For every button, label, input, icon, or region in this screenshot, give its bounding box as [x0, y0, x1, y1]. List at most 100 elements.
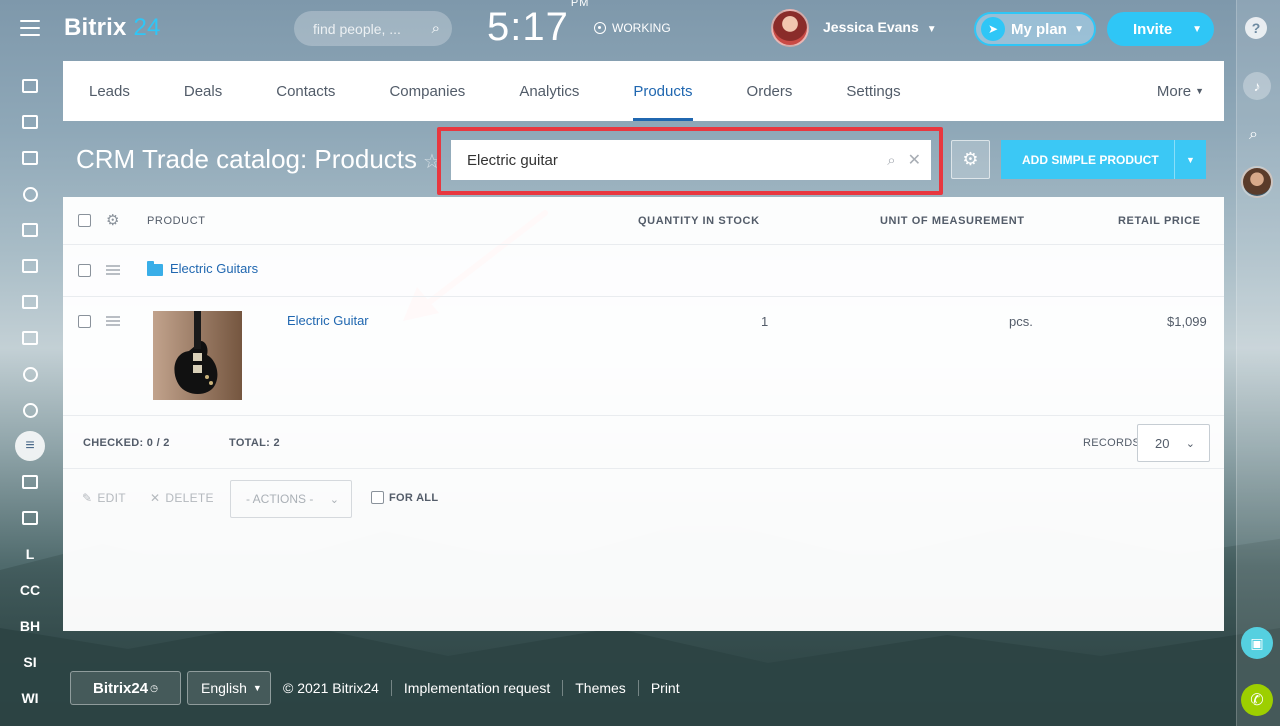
- settings-button[interactable]: ⚙: [951, 140, 990, 179]
- time-icon[interactable]: [0, 356, 60, 392]
- column-quantity[interactable]: QUANTITY IN STOCK: [638, 215, 760, 227]
- search-icon[interactable]: ⌕: [1249, 126, 1258, 144]
- user-menu[interactable]: Jessica Evans ▼: [823, 19, 937, 35]
- rocket-icon: ➤: [981, 17, 1005, 41]
- automation-icon[interactable]: [0, 320, 60, 356]
- tasks-icon[interactable]: [0, 104, 60, 140]
- left-nav-letter-bh[interactable]: BH: [0, 608, 60, 644]
- tab-settings[interactable]: Settings: [846, 61, 900, 121]
- news-feed-icon[interactable]: [0, 68, 60, 104]
- search-icon[interactable]: ⌕: [887, 152, 895, 169]
- left-nav-letter-l[interactable]: L: [0, 536, 60, 572]
- crm-filter-icon[interactable]: ≡: [0, 428, 60, 464]
- chevron-down-icon: ▼: [252, 683, 262, 693]
- column-unit[interactable]: UNIT OF MEASUREMENT: [880, 215, 1025, 227]
- tab-analytics[interactable]: Analytics: [519, 61, 579, 121]
- actions-select[interactable]: - ACTIONS - ⌄: [230, 480, 352, 518]
- tab-more[interactable]: More ▼: [1157, 61, 1204, 121]
- invite-button[interactable]: Invite ▼: [1107, 12, 1214, 46]
- chevron-down-icon[interactable]: ▼: [1174, 140, 1206, 179]
- user-avatar[interactable]: [771, 9, 809, 47]
- language-select[interactable]: English ▼: [187, 671, 271, 705]
- left-nav-letter-wi[interactable]: WI: [0, 680, 60, 716]
- copyright-text: © 2021 Bitrix24: [283, 680, 392, 696]
- tab-companies[interactable]: Companies: [389, 61, 465, 121]
- sites-icon[interactable]: [0, 464, 60, 500]
- records-select[interactable]: 20 ⌄: [1137, 424, 1210, 462]
- gear-icon: ⚙: [962, 149, 979, 169]
- tab-products[interactable]: Products: [633, 61, 693, 121]
- product-unit: pcs.: [1009, 314, 1033, 329]
- right-sidebar: [1236, 0, 1280, 726]
- add-simple-product-button[interactable]: ADD SIMPLE PRODUCT ▼: [1001, 140, 1206, 179]
- chevron-down-icon: ▼: [1192, 23, 1202, 35]
- close-icon: ✕: [150, 491, 161, 505]
- print-link[interactable]: Print: [651, 680, 692, 696]
- bitrix24-button[interactable]: Bitrix24 ◷: [70, 671, 181, 705]
- grid-footer: CHECKED: 0 / 2 TOTAL: 2 RECORDS: 20 ⌄: [63, 417, 1224, 469]
- chevron-down-icon: ⌄: [329, 493, 339, 506]
- left-nav-letter-si[interactable]: SI: [0, 644, 60, 680]
- products-grid: ⚙ PRODUCT QUANTITY IN STOCK UNIT OF MEAS…: [63, 197, 1224, 631]
- chat-icon[interactable]: [0, 140, 60, 176]
- pencil-icon: ✎: [82, 491, 93, 505]
- chevron-down-icon: ▼: [926, 24, 937, 35]
- search-icon[interactable]: ⌕: [432, 20, 440, 37]
- edit-button[interactable]: ✎ EDIT: [82, 491, 126, 505]
- tab-contacts[interactable]: Contacts: [276, 61, 335, 121]
- page-footer: Bitrix24 ◷ English ▼ © 2021 Bitrix24 Imple…: [70, 671, 692, 705]
- implementation-request-link[interactable]: Implementation request: [404, 680, 564, 696]
- folder-link[interactable]: Electric Guitars: [170, 261, 258, 276]
- for-all-checkbox[interactable]: [371, 491, 384, 504]
- column-price[interactable]: RETAIL PRICE: [1118, 215, 1201, 227]
- app-logo[interactable]: Bitrix 24: [64, 14, 161, 42]
- product-link[interactable]: Electric Guitar: [287, 313, 369, 328]
- product-quantity: 1: [761, 314, 769, 329]
- gear-icon[interactable]: ⚙: [106, 211, 119, 229]
- themes-link[interactable]: Themes: [575, 680, 639, 696]
- work-status[interactable]: WORKING: [594, 21, 671, 35]
- tab-deals[interactable]: Deals: [184, 61, 222, 121]
- row-checkbox[interactable]: [78, 264, 91, 277]
- groups-icon[interactable]: [0, 176, 60, 212]
- my-plan-button[interactable]: ➤ My plan ▼: [974, 12, 1096, 46]
- bell-icon[interactable]: ♪: [1243, 72, 1271, 100]
- apps-icon[interactable]: [0, 284, 60, 320]
- contact-center-icon[interactable]: [0, 500, 60, 536]
- tab-orders[interactable]: Orders: [747, 61, 793, 121]
- colleague-avatar[interactable]: [1241, 166, 1273, 198]
- phone-icon[interactable]: ✆: [1241, 684, 1273, 716]
- clock[interactable]: 5:17PM: [487, 0, 589, 50]
- delete-button[interactable]: ✕ DELETE: [150, 491, 214, 505]
- clear-icon[interactable]: ✕: [908, 150, 921, 170]
- grid-header: ⚙ PRODUCT QUANTITY IN STOCK UNIT OF MEAS…: [63, 197, 1224, 245]
- tab-leads[interactable]: Leads: [89, 61, 130, 121]
- filter-search[interactable]: ⌕ ✕: [451, 140, 931, 180]
- open-channels-icon[interactable]: ▣: [1241, 627, 1273, 659]
- left-nav-letter-cc[interactable]: CC: [0, 572, 60, 608]
- drag-handle-icon[interactable]: [106, 265, 120, 277]
- guitar-image: [153, 311, 242, 400]
- help-icon[interactable]: ?: [1245, 17, 1267, 39]
- select-all-checkbox[interactable]: [78, 214, 91, 227]
- product-price: $1,099: [1167, 314, 1207, 329]
- calendar-icon[interactable]: [0, 248, 60, 284]
- drive-icon[interactable]: [0, 212, 60, 248]
- column-product[interactable]: PRODUCT: [147, 215, 206, 227]
- chevron-down-icon: ▼: [1195, 86, 1204, 96]
- filter-search-input[interactable]: [467, 151, 888, 169]
- drag-handle-icon[interactable]: [106, 316, 120, 328]
- page-title: CRM Trade catalog: Products ☆: [76, 144, 441, 174]
- checked-count: CHECKED: 0 / 2: [83, 437, 170, 449]
- global-search[interactable]: ⌕: [294, 11, 452, 46]
- chevron-down-icon: ▼: [1074, 23, 1084, 35]
- for-all-toggle[interactable]: FOR ALL: [371, 491, 438, 504]
- menu-icon[interactable]: [20, 20, 40, 36]
- row-checkbox[interactable]: [78, 315, 91, 328]
- global-search-input[interactable]: [313, 20, 413, 37]
- chevron-down-icon: ⌄: [1185, 437, 1195, 450]
- telephony-icon[interactable]: [0, 392, 60, 428]
- table-row: Electric Guitars: [63, 245, 1224, 297]
- product-image[interactable]: [153, 311, 242, 400]
- folder-icon: [147, 261, 163, 276]
